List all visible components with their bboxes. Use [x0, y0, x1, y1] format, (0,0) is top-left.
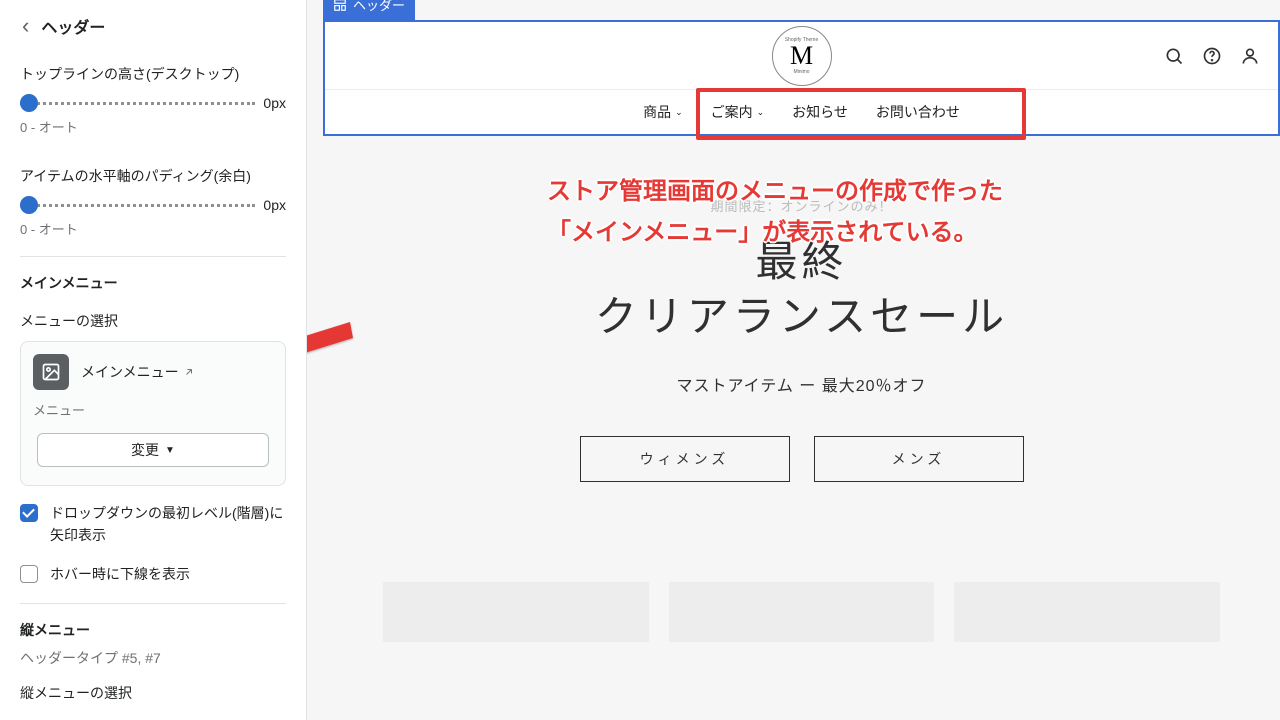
nav-item-products[interactable]: 商品⌄: [643, 102, 683, 122]
slider-track[interactable]: [20, 203, 255, 207]
site-header-selected[interactable]: Shopify Theme M Minimo 商品⌄ ご案内⌄ お知らせ お問い…: [323, 20, 1280, 136]
site-top-bar: Shopify Theme M Minimo: [325, 22, 1278, 90]
section-heading-vertical-menu: 縦メニュー: [0, 604, 306, 648]
caret-down-icon: ▼: [165, 445, 175, 456]
preview-pane: ヘッダー Shopify Theme M Minimo 商品⌄ ご案内⌄ お知ら…: [307, 0, 1280, 720]
nav-item-news[interactable]: お知らせ: [792, 102, 848, 122]
slider-track[interactable]: [20, 101, 255, 105]
checkbox-label: ドロップダウンの最初レベル(階層)に矢印表示: [50, 502, 286, 547]
hero-sub: マストアイテム ー 最大20％オフ: [323, 372, 1280, 396]
slider-range-label: 0 - オート: [20, 219, 286, 238]
hero-section: 期間限定：オンラインのみ！ 最終クリアランスセール マストアイテム ー 最大20…: [323, 136, 1280, 542]
selection-badge[interactable]: ヘッダー: [323, 0, 415, 20]
header-icon-group: [1164, 46, 1260, 66]
sidebar-header: ‹ ヘッダー: [0, 0, 306, 52]
slider-range-label: 0 - オート: [20, 117, 286, 136]
back-icon[interactable]: ‹: [22, 15, 29, 37]
slider-knob[interactable]: [20, 196, 38, 214]
checkbox[interactable]: [20, 504, 38, 522]
hero-eyebrow: 期間限定：オンラインのみ！: [323, 196, 1280, 215]
chevron-down-icon: ⌄: [675, 107, 683, 118]
slider-knob[interactable]: [20, 94, 38, 112]
feature-cards-row: [323, 542, 1280, 642]
chevron-down-icon: ⌄: [757, 107, 765, 118]
setting-label: トップラインの高さ(デスクトップ): [20, 52, 286, 85]
selected-menu-name: メインメニュー: [81, 362, 195, 382]
site-logo[interactable]: Shopify Theme M Minimo: [772, 26, 832, 86]
change-button[interactable]: 変更 ▼: [37, 433, 269, 467]
section-icon: [333, 0, 347, 12]
feature-card[interactable]: [669, 582, 935, 642]
checkbox-row-dropdown-arrow[interactable]: ドロップダウンの最初レベル(階層)に矢印表示: [0, 486, 306, 547]
menu-picker-card[interactable]: メインメニュー メニュー 変更 ▼: [20, 341, 286, 486]
feature-card[interactable]: [383, 582, 649, 642]
external-link-icon: [183, 366, 195, 378]
menu-type-label: メニュー: [33, 400, 273, 419]
slider-value: 0px: [263, 95, 286, 111]
nav-item-guide[interactable]: ご案内⌄: [711, 102, 765, 122]
section-sub-vertical-menu: ヘッダータイプ #5, #7: [0, 648, 306, 669]
slider-value: 0px: [263, 197, 286, 213]
hero-button-mens[interactable]: メンズ: [814, 436, 1024, 482]
setting-horizontal-padding: アイテムの水平軸のパディング(余白) 0px 0 - オート: [0, 154, 306, 256]
nav-item-contact[interactable]: お問い合わせ: [876, 102, 960, 122]
field-label-menu-select: メニューの選択: [0, 301, 306, 341]
selection-badge-text: ヘッダー: [353, 0, 405, 14]
checkbox-row-hover-underline[interactable]: ホバー時に下線を表示: [0, 547, 306, 603]
checkbox[interactable]: [20, 565, 38, 583]
setting-topline-height: トップラインの高さ(デスクトップ) 0px 0 - オート: [0, 52, 306, 154]
hero-button-womens[interactable]: ウィメンズ: [580, 436, 790, 482]
sidebar-title: ヘッダー: [41, 14, 105, 38]
account-icon[interactable]: [1240, 46, 1260, 66]
menu-thumb-icon: [33, 354, 69, 390]
section-heading-main-menu: メインメニュー: [0, 257, 306, 301]
checkbox-label: ホバー時に下線を表示: [50, 563, 190, 585]
help-icon[interactable]: [1202, 46, 1222, 66]
field-label-vertical-menu-select: 縦メニューの選択: [0, 669, 306, 713]
main-nav: 商品⌄ ご案内⌄ お知らせ お問い合わせ: [325, 90, 1278, 134]
hero-title: 最終クリアランスセール: [323, 235, 1280, 344]
setting-label: アイテムの水平軸のパディング(余白): [20, 154, 286, 187]
search-icon[interactable]: [1164, 46, 1184, 66]
settings-sidebar: ‹ ヘッダー トップラインの高さ(デスクトップ) 0px 0 - オート アイテ…: [0, 0, 307, 720]
preview-frame: ヘッダー Shopify Theme M Minimo 商品⌄ ご案内⌄ お知ら…: [323, 20, 1280, 642]
feature-card[interactable]: [954, 582, 1220, 642]
